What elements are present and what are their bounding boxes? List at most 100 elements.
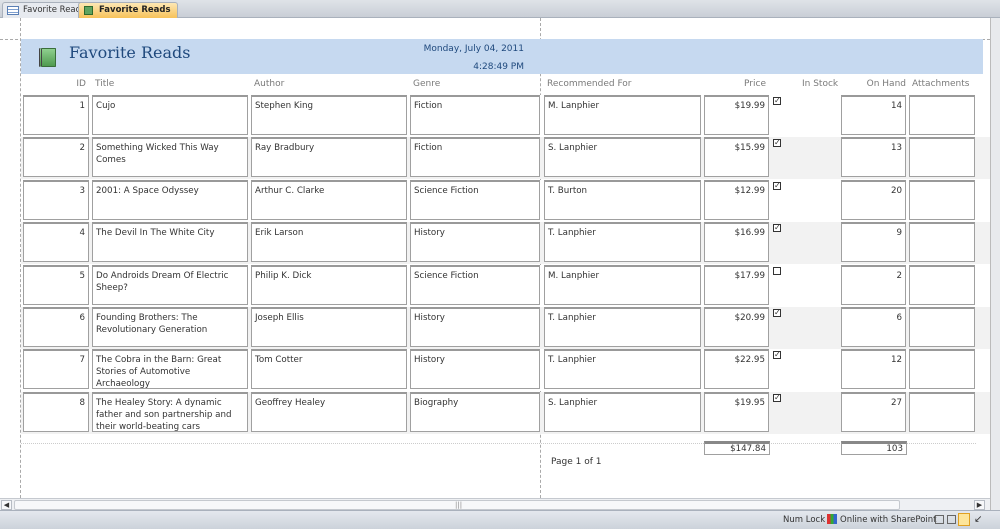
cell-id: 8: [23, 391, 89, 432]
horizontal-scrollbar[interactable]: ◀ ||| ▶: [0, 498, 990, 510]
col-header-recommended-for: Recommended For: [547, 79, 632, 89]
cell-rec: M. Lanphier: [544, 264, 701, 305]
cell-author: Philip K. Dick: [251, 264, 407, 305]
cell-title: The Cobra in the Barn: Great Stories of …: [92, 349, 248, 390]
cell-id: 5: [23, 264, 89, 305]
in-stock-checkbox[interactable]: ✓: [773, 224, 781, 233]
cell-title: Founding Brothers: The Revolutionary Gen…: [92, 307, 248, 347]
cell-title: 2001: A Space Odyssey: [92, 179, 248, 220]
in-stock-checkbox[interactable]: ✓: [773, 351, 781, 360]
cell-author: Tom Cotter: [251, 349, 407, 390]
cell-author: Stephen King: [251, 95, 407, 135]
report-time: 4:28:49 PM: [473, 62, 524, 72]
cell-price: $15.99: [704, 137, 769, 178]
cell-rec: S. Lanphier: [544, 391, 701, 432]
cell-rec: T. Burton: [544, 179, 701, 220]
status-bar: Num Lock Online with SharePoint ↙: [0, 510, 1000, 529]
scroll-thumb[interactable]: |||: [14, 500, 900, 510]
in-stock-checkbox[interactable]: ✓: [773, 181, 781, 190]
col-header-title: Title: [95, 79, 115, 89]
cell-attachments: [909, 222, 975, 263]
cell-title: Cujo: [92, 95, 248, 135]
report-icon: [84, 6, 93, 15]
cell-genre: Science Fiction: [410, 179, 540, 220]
total-price: $147.84: [704, 441, 770, 455]
col-header-price: Price: [744, 79, 766, 89]
cell-author: Arthur C. Clarke: [251, 179, 407, 220]
cell-on_hand: 12: [841, 349, 906, 390]
cell-attachments: [909, 137, 975, 178]
cell-genre: History: [410, 222, 540, 263]
cell-rec: T. Lanphier: [544, 307, 701, 347]
cell-author: Geoffrey Healey: [251, 391, 407, 432]
cell-price: $12.99: [704, 179, 769, 220]
sharepoint-icon: [827, 514, 837, 524]
total-on-hand: 103: [841, 441, 907, 455]
report-view: Favorite Reads Monday, July 04, 2011 4:2…: [0, 18, 990, 498]
cell-attachments: [909, 264, 975, 305]
cell-title: The Devil In The White City: [92, 222, 248, 263]
tab-label: Favorite Reads: [99, 5, 171, 15]
cell-genre: Science Fiction: [410, 264, 540, 305]
cell-title: Something Wicked This Way Comes: [92, 137, 248, 178]
tab-favorite-reads-report[interactable]: Favorite Reads: [78, 2, 178, 18]
col-header-genre: Genre: [413, 79, 441, 89]
scroll-right-button[interactable]: ▶: [974, 500, 985, 510]
cell-id: 6: [23, 307, 89, 347]
document-tab-bar: Favorite Reads Favorite Reads: [0, 0, 1000, 18]
vertical-scrollbar[interactable]: [990, 18, 1000, 510]
cell-rec: S. Lanphier: [544, 137, 701, 178]
cell-genre: Fiction: [410, 95, 540, 135]
cell-author: Joseph Ellis: [251, 307, 407, 347]
cell-genre: Biography: [410, 391, 540, 432]
table-icon: [7, 6, 19, 15]
report-view-icon[interactable]: [935, 515, 944, 524]
cell-rec: T. Lanphier: [544, 222, 701, 263]
cell-title: Do Androids Dream Of Electric Sheep?: [92, 264, 248, 305]
in-stock-checkbox[interactable]: ✓: [773, 139, 781, 148]
cell-on_hand: 14: [841, 95, 906, 135]
cell-price: $20.99: [704, 307, 769, 347]
cell-author: Ray Bradbury: [251, 137, 407, 178]
scroll-left-button[interactable]: ◀: [1, 500, 12, 510]
cell-attachments: [909, 307, 975, 347]
cell-genre: Fiction: [410, 137, 540, 178]
report-date: Monday, July 04, 2011: [423, 44, 524, 54]
cell-price: $22.95: [704, 349, 769, 390]
cell-id: 1: [23, 95, 89, 135]
footer-guide: [21, 443, 976, 444]
cell-author: Erik Larson: [251, 222, 407, 263]
book-icon: [39, 48, 56, 67]
col-header-author: Author: [254, 79, 285, 89]
print-preview-icon[interactable]: [947, 515, 956, 524]
cell-on_hand: 9: [841, 222, 906, 263]
cell-price: $19.95: [704, 391, 769, 432]
cell-rec: T. Lanphier: [544, 349, 701, 390]
cell-on_hand: 2: [841, 264, 906, 305]
in-stock-checkbox[interactable]: ✓: [773, 309, 781, 317]
cell-on_hand: 27: [841, 391, 906, 432]
cell-price: $17.99: [704, 264, 769, 305]
col-header-in-stock: In Stock: [802, 79, 839, 89]
cell-on_hand: 6: [841, 307, 906, 347]
cell-id: 2: [23, 137, 89, 178]
in-stock-checkbox[interactable]: ✓: [773, 393, 781, 402]
in-stock-checkbox[interactable]: [773, 266, 781, 275]
cell-title: The Healey Story: A dynamic father and s…: [92, 391, 248, 432]
col-header-id: ID: [76, 79, 86, 89]
report-title: Favorite Reads: [69, 43, 191, 62]
num-lock-indicator: Num Lock: [783, 515, 826, 525]
cell-attachments: [909, 95, 975, 135]
in-stock-checkbox[interactable]: ✓: [773, 97, 781, 105]
cell-price: $19.99: [704, 95, 769, 135]
sharepoint-status[interactable]: Online with SharePoint: [840, 515, 937, 525]
layout-view-icon[interactable]: [958, 513, 970, 526]
cell-id: 7: [23, 349, 89, 390]
cell-genre: History: [410, 349, 540, 390]
tab-label: Favorite Reads: [23, 5, 86, 15]
cell-attachments: [909, 179, 975, 220]
cell-rec: M. Lanphier: [544, 95, 701, 135]
cell-attachments: [909, 391, 975, 432]
cell-id: 4: [23, 222, 89, 263]
design-view-icon[interactable]: ↙: [974, 514, 982, 525]
